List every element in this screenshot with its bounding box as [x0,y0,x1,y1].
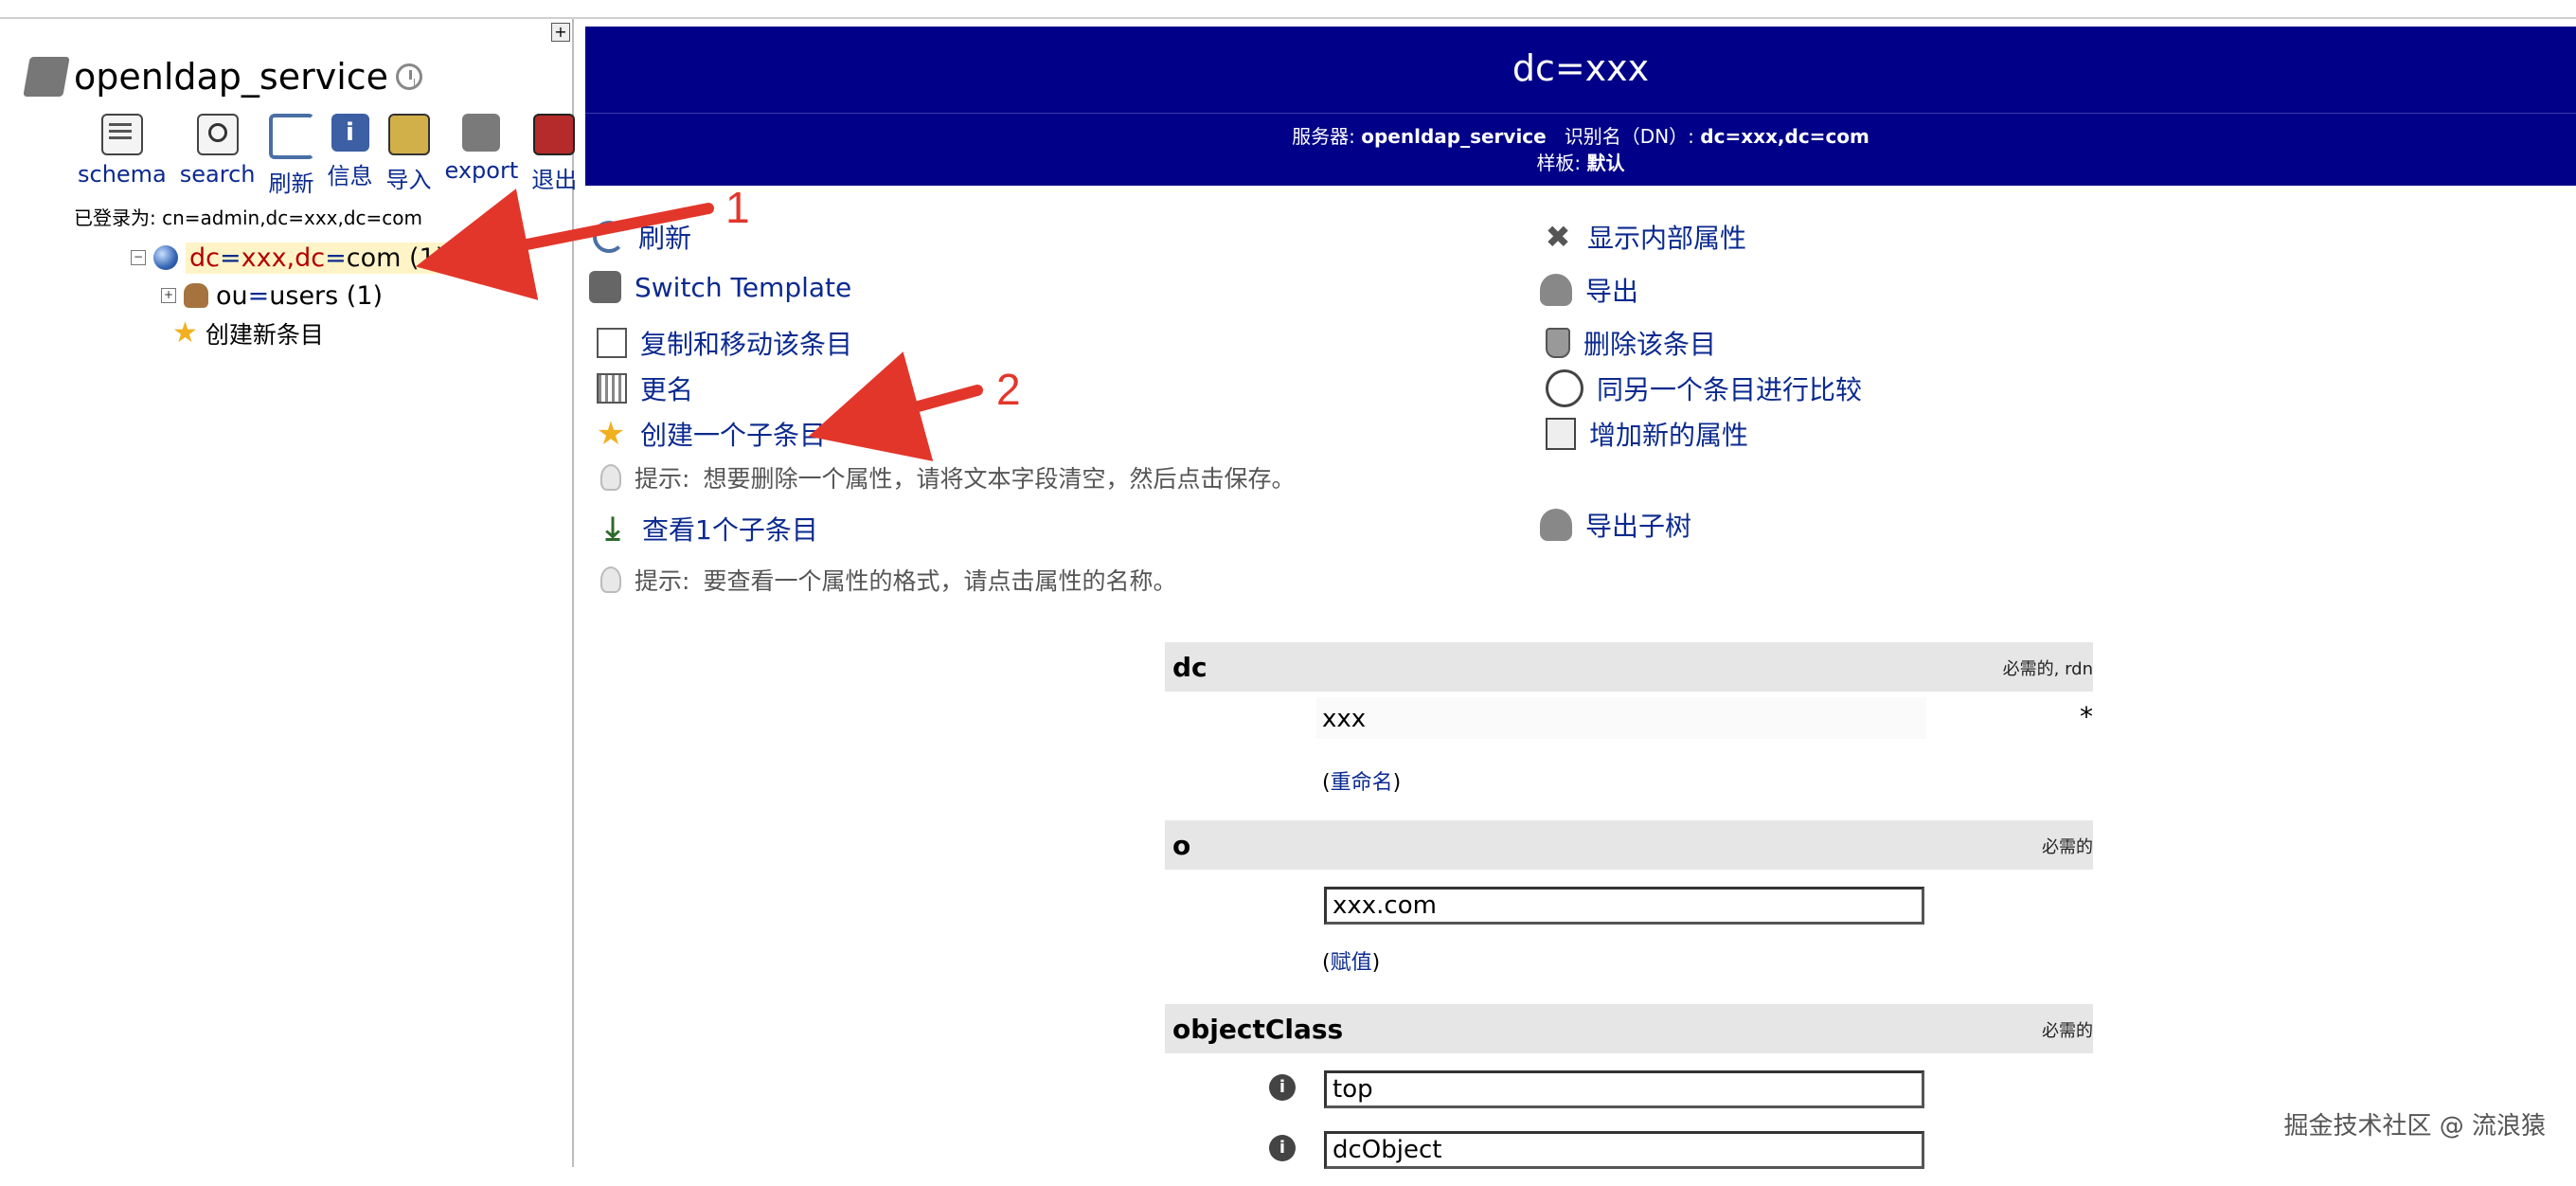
annotation-arrows [415,189,983,461]
watermark: 掘金技术社区 @ 流浪猿 [2283,1112,2546,1141]
annotation-number-2: 2 [996,365,1021,414]
annotation-arrow-2 [808,351,983,461]
annotation-number-1: 1 [725,183,750,232]
annotation-arrow-1 [415,189,714,300]
